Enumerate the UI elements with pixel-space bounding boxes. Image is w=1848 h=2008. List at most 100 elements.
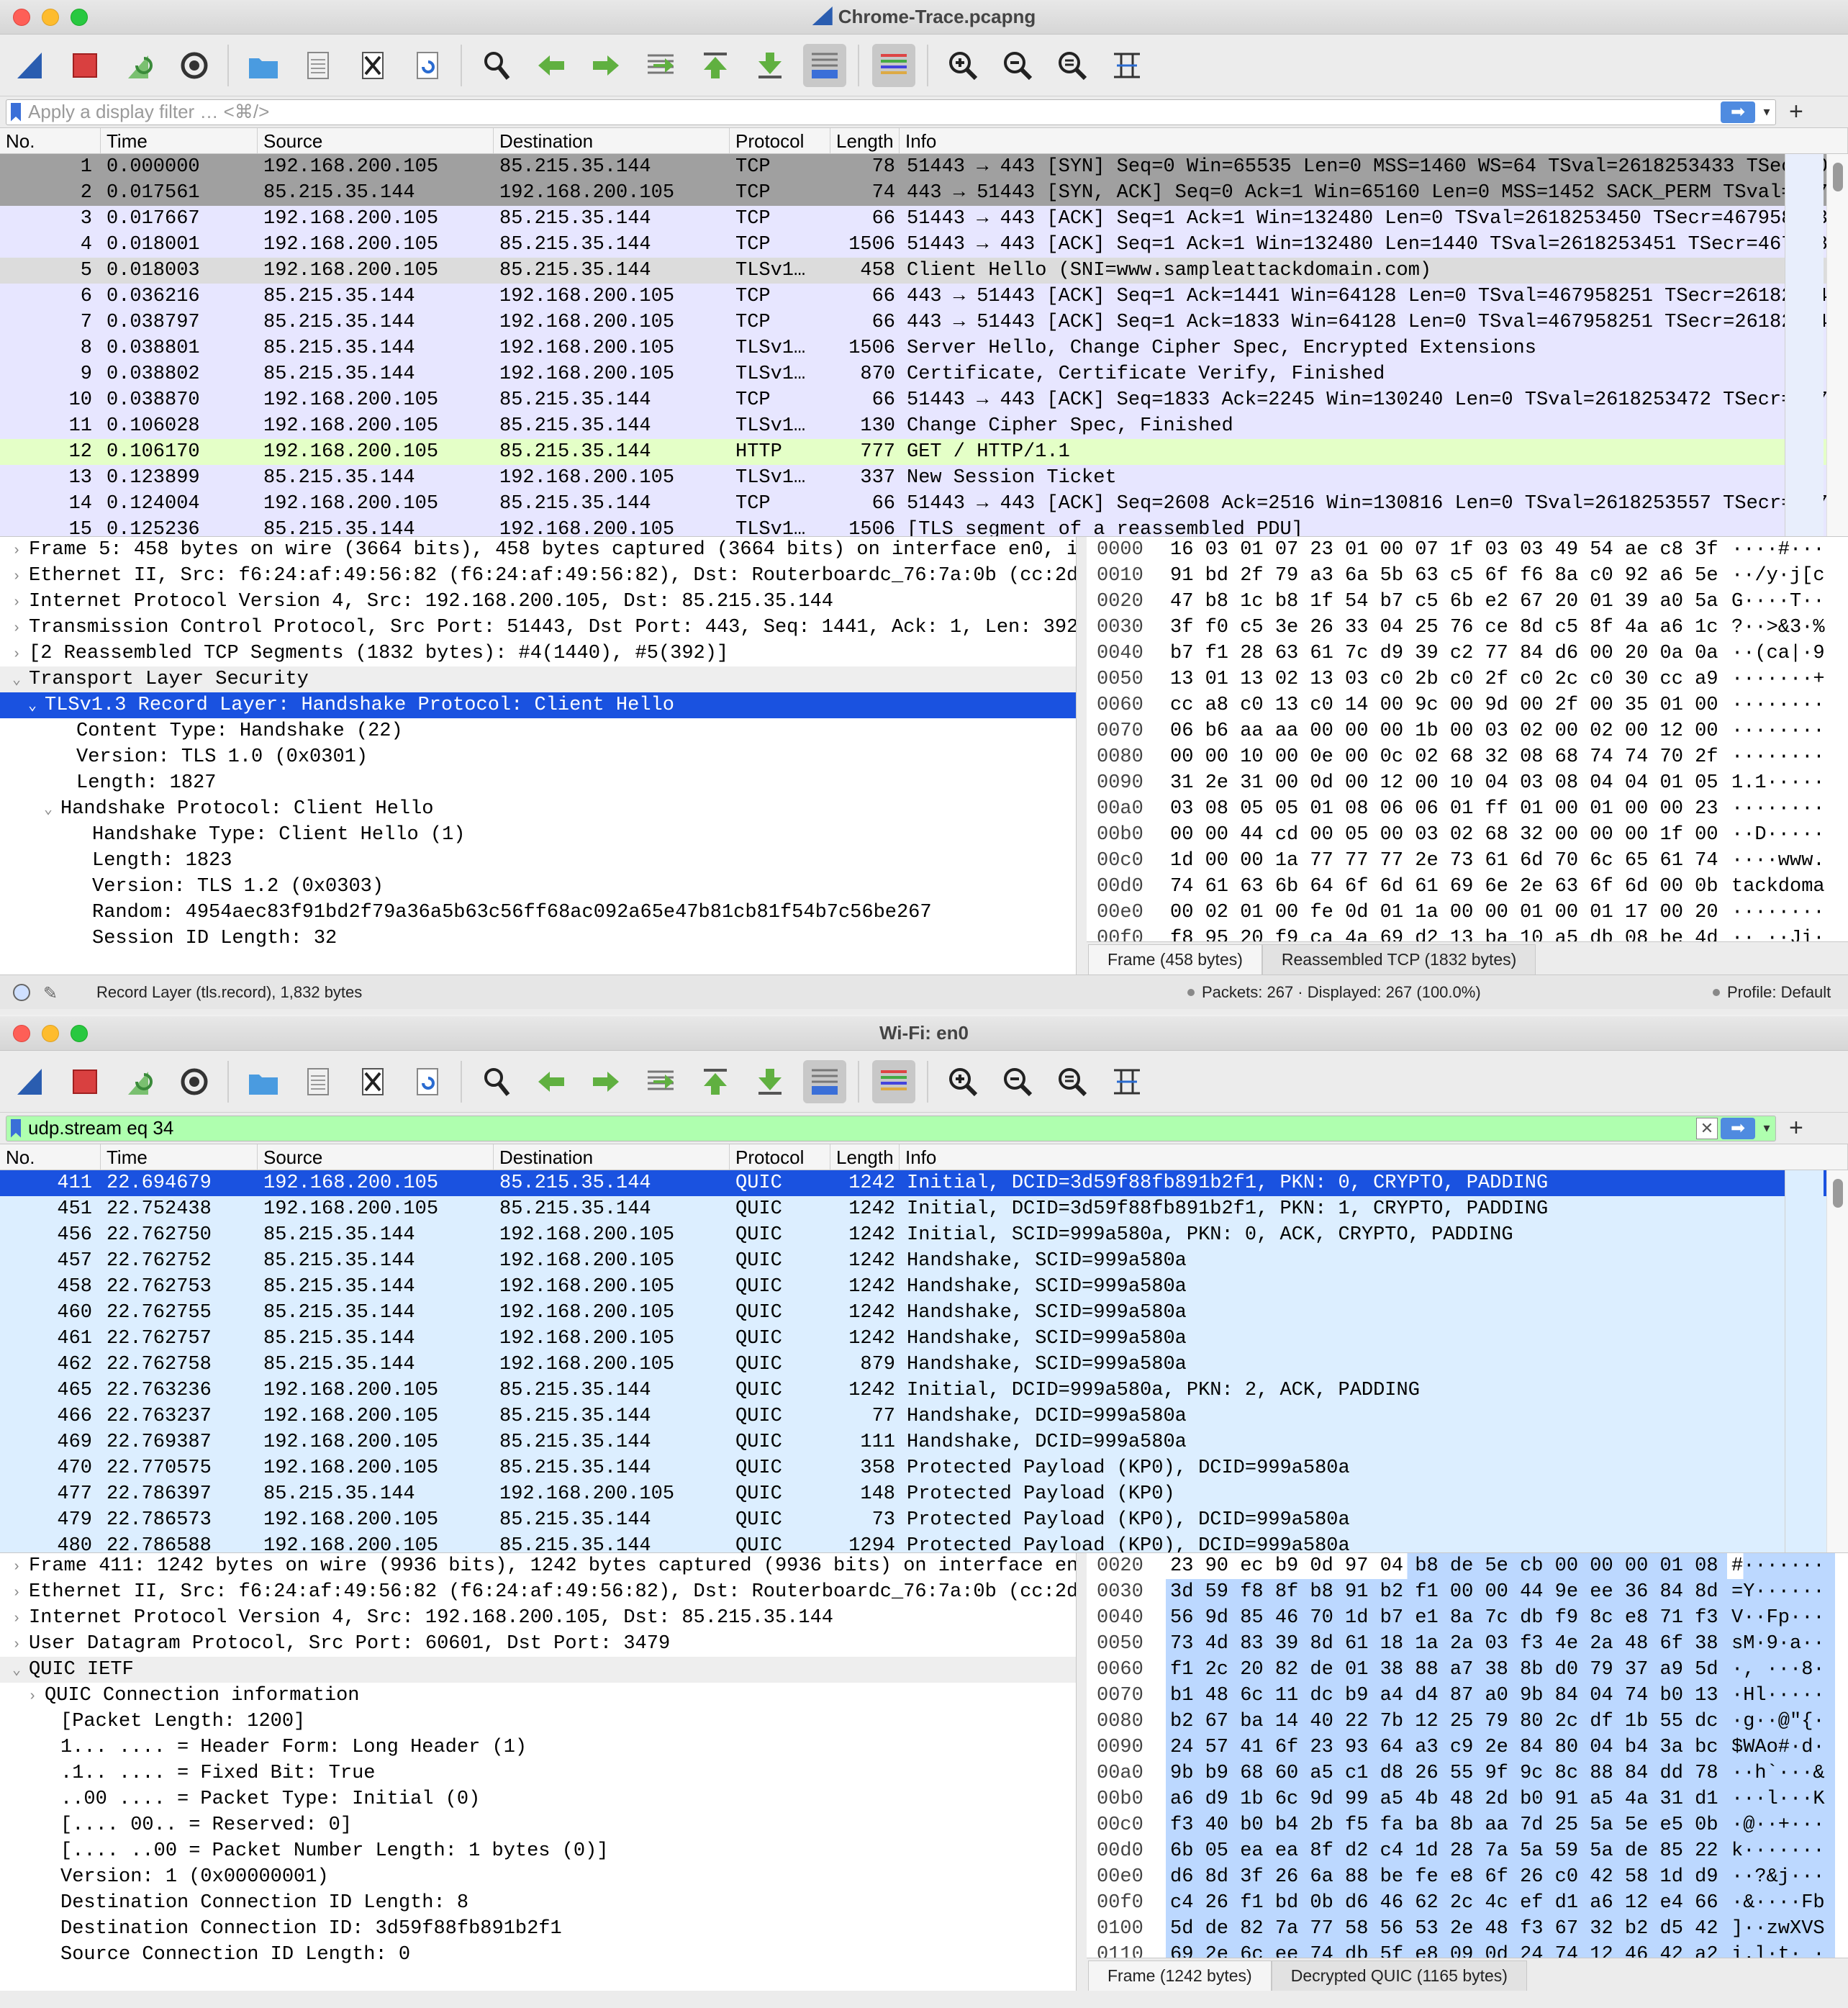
colorize-button[interactable] [872,43,915,87]
start-capture-button[interactable] [9,1060,52,1103]
detail-tree-item[interactable]: › Ethernet II, Src: f6:24:af:49:56:82 (f6… [0,1579,1076,1605]
packet-row[interactable]: 469 22.769387 192.168.200.105 85.215.35.144… [0,1429,1848,1455]
display-filter-box[interactable]: ➡ ▾ [6,99,1776,125]
autoscroll-button[interactable] [803,43,846,87]
collapsed-chevron-icon[interactable]: › [10,1632,23,1657]
collapsed-chevron-icon[interactable]: › [10,1580,23,1605]
zoom-out-button[interactable] [996,1060,1039,1103]
hex-row[interactable]: 0000 16 03 01 07 23 01 00 07 1f 03 03 49 … [1097,537,1848,563]
hex-row[interactable]: 0040 56 9d 85 46 70 1d b7 e1 8a 7c db f9 … [1097,1605,1848,1631]
hex-row[interactable]: 0010 91 bd 2f 79 a3 6a 5b 63 c5 6f f6 8a … [1097,563,1848,589]
collapsed-chevron-icon[interactable]: › [26,1684,39,1709]
detail-tree-item[interactable]: [Packet Length: 1200] [0,1709,1076,1735]
detail-tree-item[interactable]: › Ethernet II, Src: f6:24:af:49:56:82 (f6… [0,563,1076,589]
normal-size-button[interactable] [1051,1060,1094,1103]
tab-decrypted-quic[interactable]: Decrypted QUIC (1165 bytes) [1271,1960,1527,1991]
colorize-button[interactable] [872,1059,915,1103]
detail-tree-item[interactable]: Length: 1827 [0,770,1076,796]
expanded-chevron-icon[interactable]: ⌄ [10,1658,23,1683]
collapsed-chevron-icon[interactable]: › [10,1555,23,1579]
collapsed-chevron-icon[interactable]: › [10,1606,23,1631]
go-to-packet-button[interactable] [639,1060,682,1103]
column-header-no[interactable]: No. [0,128,101,153]
column-header-proto[interactable]: Protocol [730,1144,830,1170]
go-back-button[interactable] [530,1060,573,1103]
hex-row[interactable]: 0090 24 57 41 6f 23 93 64 a3 c9 2e 84 80 … [1097,1735,1848,1760]
restart-capture-button[interactable] [118,44,161,87]
hex-row[interactable]: 0050 13 01 13 02 13 03 c0 2b c0 2f c0 2c … [1097,666,1848,692]
open-file-button[interactable] [242,44,285,87]
detail-tree-item[interactable]: Destination Connection ID Length: 8 [0,1890,1076,1916]
save-file-button[interactable] [296,44,340,87]
hex-row[interactable]: 0020 23 90 ec b9 0d 97 04 b8 de 5e cb 00 … [1097,1553,1848,1579]
hex-row[interactable]: 0030 3d 59 f8 8f b8 91 b2 f1 00 00 44 9e … [1097,1579,1848,1605]
hex-row[interactable]: 0060 f1 2c 20 82 de 01 38 88 a7 38 8b d0 … [1097,1657,1848,1683]
detail-tree-item[interactable]: [.... ..00 = Packet Number Length: 1 byt… [0,1838,1076,1864]
pane-splitter[interactable] [1077,1553,1087,1991]
hex-row[interactable]: 00a0 9b b9 68 60 a5 c1 d8 26 55 9f 9c 8c … [1097,1760,1848,1786]
collapsed-chevron-icon[interactable]: › [10,590,23,615]
hex-row[interactable]: 0040 b7 f1 28 63 61 7c d9 39 c2 77 84 d6 … [1097,641,1848,666]
detail-tree-item[interactable]: ⌄ Transport Layer Security [0,666,1076,692]
packet-row[interactable]: 461 22.762757 85.215.35.144 192.168.200.105… [0,1326,1848,1352]
column-header-info[interactable]: Info [900,1144,1848,1170]
packet-row[interactable]: 465 22.763236 192.168.200.105 85.215.35.144… [0,1378,1848,1403]
packet-row[interactable]: 477 22.786397 85.215.35.144 192.168.200.105… [0,1481,1848,1507]
detail-tree-item[interactable]: Version: TLS 1.0 (0x0301) [0,744,1076,770]
detail-tree-item[interactable]: ⌄ TLSv1.3 Record Layer: Handshake Protoco… [0,692,1076,718]
packet-row[interactable]: 411 22.694679 192.168.200.105 85.215.35.144… [0,1170,1848,1196]
column-header-dst[interactable]: Destination [494,1144,730,1170]
packet-row[interactable]: 9 0.038802 85.215.35.144 192.168.200.105 TLS… [0,361,1848,387]
detail-tree-item[interactable]: Length: 1823 [0,848,1076,874]
hex-row[interactable]: 0080 00 00 10 00 0e 00 0c 02 68 32 08 68 … [1097,744,1848,770]
first-packet-button[interactable] [694,1060,737,1103]
title-bar[interactable]: Wi-Fi: en0 [0,1016,1848,1051]
column-header-len[interactable]: Length [830,1144,900,1170]
hex-row[interactable]: 0100 5d de 82 7a 77 58 56 53 2e 48 f3 67 … [1097,1916,1848,1942]
hex-row[interactable]: 0030 3f f0 c5 3e 26 33 04 25 76 ce 8d c5 … [1097,615,1848,641]
hex-row[interactable]: 0080 b2 67 ba 14 40 22 7b 12 25 79 80 2c … [1097,1709,1848,1735]
resize-columns-button[interactable] [1105,1060,1149,1103]
packet-row[interactable]: 458 22.762753 85.215.35.144 192.168.200.105… [0,1274,1848,1300]
find-packet-button[interactable] [475,44,518,87]
find-packet-button[interactable] [475,1060,518,1103]
detail-tree-item[interactable]: ⌄ Handshake Protocol: Client Hello [0,796,1076,822]
add-filter-button[interactable]: + [1789,1114,1803,1142]
packet-row[interactable]: 462 22.762758 85.215.35.144 192.168.200.105… [0,1352,1848,1378]
packet-row[interactable]: 1 0.000000 192.168.200.105 85.215.35.144 TCP… [0,154,1848,180]
go-forward-button[interactable] [584,44,628,87]
detail-tree-item[interactable]: Session ID Length: 32 [0,926,1076,951]
save-file-button[interactable] [296,1060,340,1103]
resize-columns-button[interactable] [1105,44,1149,87]
detail-tree-item[interactable]: 1... .... = Header Form: Long Header (1) [0,1735,1076,1760]
detail-tree-item[interactable]: › User Datagram Protocol, Src Port: 60601… [0,1631,1076,1657]
detail-tree-item[interactable]: › Frame 411: 1242 bytes on wire (9936 bit… [0,1553,1076,1579]
detail-tree-item[interactable]: › QUIC Connection information [0,1683,1076,1709]
reload-file-button[interactable] [406,44,449,87]
column-header-time[interactable]: Time [101,128,258,153]
tab-frame-bytes[interactable]: Frame (458 bytes) [1088,944,1262,974]
detail-tree-item[interactable]: › Internet Protocol Version 4, Src: 192.1… [0,1605,1076,1631]
display-filter-input[interactable] [28,1116,1696,1140]
packet-row[interactable]: 479 22.786573 192.168.200.105 85.215.35.144… [0,1507,1848,1533]
packet-row[interactable]: 451 22.752438 192.168.200.105 85.215.35.144… [0,1196,1848,1222]
first-packet-button[interactable] [694,44,737,87]
detail-tree-item[interactable]: Version: 1 (0x00000001) [0,1864,1076,1890]
zoom-out-button[interactable] [996,44,1039,87]
reload-file-button[interactable] [406,1060,449,1103]
collapsed-chevron-icon[interactable]: › [10,564,23,589]
detail-tree-item[interactable]: ⌄ QUIC IETF [0,1657,1076,1683]
expanded-chevron-icon[interactable]: ⌄ [42,797,55,822]
hex-row[interactable]: 00e0 00 02 01 00 fe 0d 01 1a 00 00 01 00 … [1097,900,1848,926]
apply-filter-button[interactable]: ➡ [1721,1117,1755,1139]
packet-row[interactable]: 466 22.763237 192.168.200.105 85.215.35.144… [0,1403,1848,1429]
collapsed-chevron-icon[interactable]: › [10,642,23,666]
display-filter-input[interactable] [28,100,1721,124]
detail-tree-item[interactable]: .1.. .... = Fixed Bit: True [0,1760,1076,1786]
filter-history-dropdown[interactable]: ▾ [1758,1121,1775,1136]
collapsed-chevron-icon[interactable]: › [10,538,23,563]
expanded-chevron-icon[interactable]: ⌄ [26,694,39,718]
capture-comment-icon[interactable]: ✎ [43,983,63,1003]
clear-filter-button[interactable]: ✕ [1696,1117,1718,1139]
detail-tree-item[interactable]: Content Type: Handshake (22) [0,718,1076,744]
